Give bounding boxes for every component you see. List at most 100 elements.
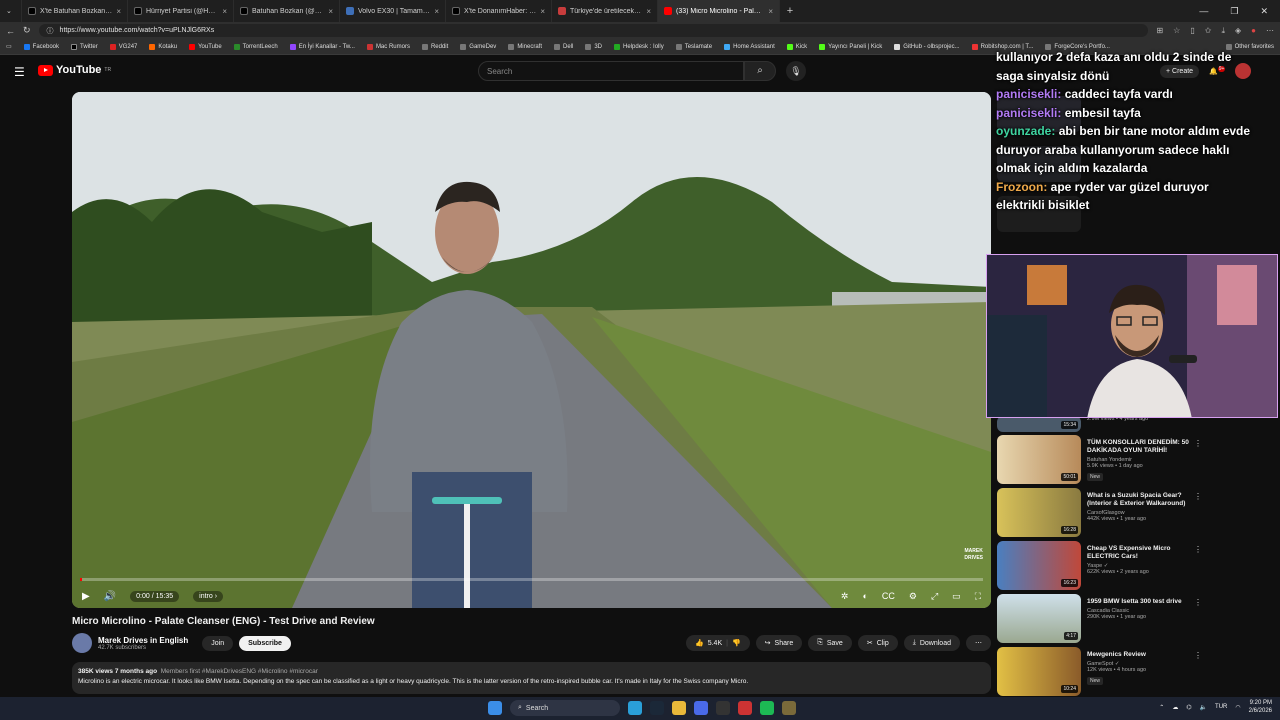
browser-tab[interactable]: X'te Batuhan Bozkan: "Paypal, Ap...× — [22, 0, 128, 22]
bookmark[interactable]: Kotaku — [149, 43, 177, 50]
app-icon[interactable] — [738, 701, 752, 715]
bookmark[interactable]: Mac Rumors — [366, 43, 410, 50]
url-field[interactable]: ⓘ https://www.youtube.com/watch?v=uPLNJlG… — [38, 24, 1149, 37]
list-item[interactable]: 16:28 What is a Suzuki Spacia Gear? (Int… — [997, 488, 1207, 540]
list-item[interactable]: 16:23 Cheap VS Expensive Micro ELECTRIC … — [997, 541, 1207, 593]
bookmark[interactable]: GameDev — [460, 43, 496, 50]
subscribe-button[interactable]: Subscribe — [239, 635, 291, 651]
channel-name[interactable]: Marek Drives in English — [98, 636, 188, 645]
bookmark[interactable]: En İyi Kanallar - Tw... — [289, 43, 355, 50]
browser-tab[interactable]: Hürriyet Partisi (@HurriyetPartisi)...× — [128, 0, 234, 22]
menu-icon[interactable]: ☰ — [14, 65, 25, 79]
cloud-icon[interactable]: ☁ — [1172, 704, 1178, 711]
theater-icon[interactable]: ▭ — [952, 591, 961, 602]
clock[interactable]: 9:20 PM 2/6/2026 — [1249, 699, 1272, 715]
play-icon[interactable]: ▶ — [82, 591, 90, 602]
close-icon[interactable]: × — [646, 7, 651, 16]
extensions-icon[interactable]: ◈ — [1235, 26, 1241, 36]
close-icon[interactable]: × — [222, 7, 227, 16]
obs-icon[interactable] — [716, 701, 730, 715]
tab-actions-button[interactable]: ⌄ — [0, 0, 22, 22]
apps-icon[interactable]: ⊞ — [1156, 26, 1163, 36]
browser-tab-active[interactable]: (33) Micro Microlino - Palate Clea...× — [658, 0, 780, 22]
bookmark-folder-icon[interactable]: ▭ — [6, 43, 12, 50]
start-icon[interactable] — [488, 701, 502, 715]
browser-tab[interactable]: Türkiye'de üretilecek elektrikli Hyu...× — [552, 0, 658, 22]
bookmark[interactable]: YouTube — [189, 43, 222, 50]
volume-icon[interactable]: 🔊 — [104, 591, 116, 602]
save-button[interactable]: ⎘ Save — [808, 635, 852, 651]
voice-search-button[interactable]: 🎙 — [786, 61, 806, 81]
video-player[interactable]: MAREK DRIVES ▶ 🔊 0:00 / 15:35 intro › ✲ ◐… — [72, 92, 991, 608]
download-icon[interactable]: ⤓ — [1221, 26, 1225, 36]
favorite-star-icon[interactable]: ☆ — [1173, 26, 1180, 36]
youtube-logo[interactable]: YouTube TR — [38, 64, 111, 76]
list-item[interactable]: 10:24 Mewgenics Review GameSpot ✓ 12K view… — [997, 647, 1207, 699]
progress-bar[interactable] — [80, 578, 983, 581]
back-icon[interactable]: ← — [6, 26, 15, 36]
more-actions-button[interactable]: ⋯ — [966, 635, 991, 651]
bookmark[interactable]: Home Assistant — [724, 43, 775, 50]
bookmark[interactable]: Reddit — [421, 43, 448, 50]
join-button[interactable]: Join — [202, 635, 234, 651]
minimize-icon[interactable]: — — [1199, 6, 1208, 17]
like-button[interactable]: 👍 5.4K | 👎 — [686, 635, 750, 651]
avatar[interactable] — [72, 633, 92, 653]
file-explorer-icon[interactable] — [672, 701, 686, 715]
browser-tab[interactable]: X'te DonanımHaber: "🚨 Yurtdışı...× — [446, 0, 552, 22]
split-icon[interactable]: ▯ — [1190, 26, 1194, 36]
download-button[interactable]: ⤓ Download — [903, 635, 960, 651]
search-input[interactable]: Search — [478, 61, 744, 81]
favorites-icon[interactable]: ✩ — [1205, 26, 1212, 36]
fullscreen-icon[interactable]: ⛶ — [975, 591, 981, 602]
bookmark[interactable]: GitHub - olbsprojec... — [894, 43, 960, 50]
bookmark[interactable]: Facebook — [23, 43, 59, 50]
taskbar-search[interactable]: ⌕ Search — [510, 700, 620, 716]
browser-tab[interactable]: Batuhan Bozkan (@batubozkan) /...× — [234, 0, 340, 22]
bookmark[interactable]: Twitter — [71, 43, 98, 50]
bookmark[interactable]: Yayıncı Paneli | Kick — [819, 43, 882, 50]
language-indicator[interactable]: TUR — [1215, 704, 1227, 710]
bookmark[interactable]: Teslamate — [675, 43, 712, 50]
close-icon[interactable]: × — [116, 7, 121, 16]
close-icon[interactable]: × — [540, 7, 545, 16]
close-icon[interactable]: × — [434, 7, 439, 16]
bookmark[interactable]: VG247 — [109, 43, 137, 50]
more-icon[interactable]: ⋮ — [1194, 492, 1202, 501]
network-icon[interactable]: ⌬ — [1186, 704, 1191, 711]
settings-icon[interactable]: ⚙ — [909, 591, 917, 602]
reload-icon[interactable]: ↻ — [23, 25, 31, 36]
chevron-up-icon[interactable]: ⌃ — [1159, 704, 1164, 711]
close-window-icon[interactable]: ✕ — [1260, 6, 1268, 17]
more-icon[interactable]: ⋮ — [1194, 598, 1202, 607]
new-tab-button[interactable]: + — [780, 5, 800, 17]
volume-icon[interactable]: 🔈 — [1200, 704, 1207, 711]
list-item[interactable]: 15:34 2.9M views • 4 years ago — [997, 416, 1207, 434]
search-button[interactable]: ⌕ — [744, 61, 776, 81]
more-icon[interactable]: ⋮ — [1194, 651, 1202, 660]
app-icon[interactable] — [782, 701, 796, 715]
spotify-icon[interactable] — [760, 701, 774, 715]
more-icon[interactable]: ⋯ — [1266, 26, 1274, 36]
list-item[interactable]: 4:17 1959 BMW Isetta 300 test drive Casca… — [997, 594, 1207, 646]
autoplay-icon[interactable]: ✲ — [841, 591, 849, 602]
thumbs-down-icon[interactable]: 👎 — [732, 639, 741, 647]
maximize-icon[interactable]: ❐ — [1230, 6, 1238, 17]
profile-icon[interactable]: ● — [1251, 26, 1256, 36]
bookmark[interactable]: TorrentLeech — [233, 43, 278, 50]
discord-icon[interactable] — [694, 701, 708, 715]
bookmark[interactable]: Minecraft — [508, 43, 542, 50]
wifi-icon[interactable]: ◠ — [1235, 704, 1240, 711]
more-icon[interactable]: ⋮ — [1194, 439, 1202, 448]
bookmark[interactable]: Dell — [554, 43, 573, 50]
autoplay-toggle[interactable]: ◐ — [862, 591, 867, 602]
description-box[interactable]: 385K views 7 months ago Members first #M… — [72, 662, 991, 694]
site-info-icon[interactable]: ⓘ — [47, 26, 54, 36]
close-icon[interactable]: × — [768, 7, 773, 16]
subtitles-icon[interactable]: CC — [882, 591, 895, 602]
bookmark[interactable]: Kick — [786, 43, 807, 50]
bookmark[interactable]: 3D — [585, 43, 602, 50]
bookmark[interactable]: Helpdesk : Iolly — [614, 43, 664, 50]
browser-tab[interactable]: Volvo EX30 | Tamamen elektrikli k...× — [340, 0, 446, 22]
close-icon[interactable]: × — [328, 7, 333, 16]
